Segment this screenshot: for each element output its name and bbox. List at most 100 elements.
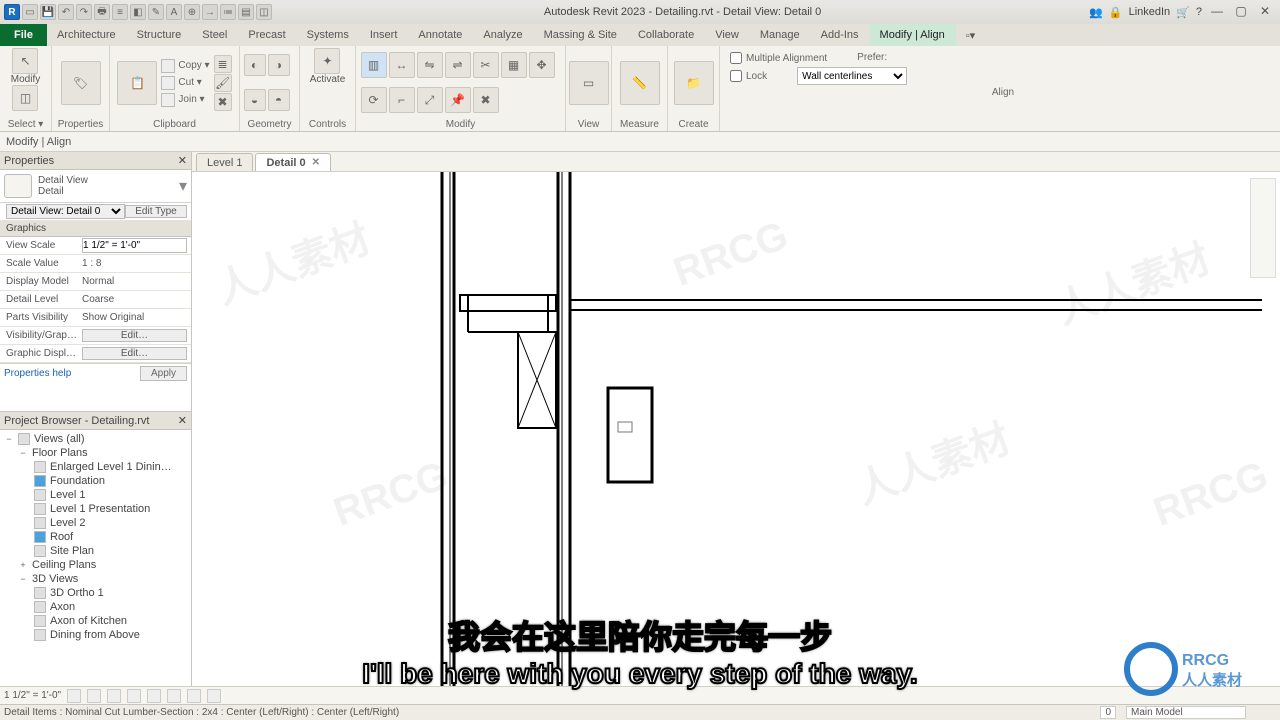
move-icon[interactable]: ✥ [529, 52, 555, 78]
view-tab-level1[interactable]: Level 1 [196, 153, 253, 171]
tab-annotate[interactable]: Annotate [408, 24, 473, 46]
qat-save-icon[interactable]: 💾 [40, 4, 56, 20]
tree-floor-plans[interactable]: −Floor Plans [4, 446, 191, 460]
view-tab-close-icon[interactable]: ✕ [312, 157, 320, 168]
create-icon[interactable]: 📁 [674, 61, 714, 105]
vcb-icon-8[interactable] [207, 689, 221, 703]
project-browser-close-icon[interactable]: ✕ [178, 414, 187, 427]
view-tab-detail0[interactable]: Detail 0✕ [255, 153, 331, 171]
multiple-alignment-checkbox[interactable]: Multiple Alignment [730, 52, 827, 64]
tree-fp-4[interactable]: Level 2 [4, 516, 191, 530]
qat-icon-7[interactable]: ◧ [130, 4, 146, 20]
qat-undo-icon[interactable]: ↶ [58, 4, 74, 20]
edit-type-button[interactable]: Edit Type [125, 205, 187, 218]
tab-modify-align[interactable]: Modify | Align [870, 24, 956, 46]
tree-root[interactable]: −Views (all) [4, 432, 191, 446]
match-type-icon[interactable]: ≣ [214, 55, 232, 73]
properties-help-link[interactable]: Properties help [4, 368, 71, 379]
mirror-draw-icon[interactable]: ⇌ [445, 52, 471, 78]
user-icon[interactable]: 👥 [1089, 6, 1103, 19]
properties-button-icon[interactable]: 🏷 [61, 61, 101, 105]
tree-3d-2[interactable]: Axon of Kitchen [4, 614, 191, 628]
design-option-field[interactable]: Main Model [1126, 706, 1246, 719]
split-icon[interactable]: ✂ [473, 52, 499, 78]
type-dropdown-icon[interactable]: ▾ [179, 176, 187, 196]
qat-open-icon[interactable]: ▭ [22, 4, 38, 20]
vcb-icon-7[interactable] [187, 689, 201, 703]
qat-redo-icon[interactable]: ↷ [76, 4, 92, 20]
cut-button[interactable]: Cut ▾ [159, 75, 211, 91]
lock-checkbox[interactable]: Lock [730, 70, 767, 82]
demolish-icon[interactable]: ✖ [214, 93, 232, 111]
tree-fp-3[interactable]: Level 1 Presentation [4, 502, 191, 516]
tab-view[interactable]: View [705, 24, 750, 46]
qat-measure-icon[interactable]: ≡ [112, 4, 128, 20]
tab-structure[interactable]: Structure [127, 24, 193, 46]
view-icon[interactable]: ▭ [569, 61, 609, 105]
tab-systems[interactable]: Systems [297, 24, 360, 46]
tree-fp-5[interactable]: Roof [4, 530, 191, 544]
measure-icon[interactable]: 📏 [620, 61, 660, 105]
navigation-bar[interactable] [1250, 178, 1276, 278]
tab-analyze[interactable]: Analyze [473, 24, 533, 46]
modify-tool-icon[interactable]: ↖ [12, 48, 38, 74]
project-tree[interactable]: −Views (all) −Floor Plans Enlarged Level… [0, 430, 191, 644]
tab-insert[interactable]: Insert [360, 24, 409, 46]
tab-manage[interactable]: Manage [750, 24, 811, 46]
cart-icon[interactable]: 🛒 [1176, 6, 1190, 19]
tree-ceiling-plans[interactable]: +Ceiling Plans [4, 558, 191, 572]
array-icon[interactable]: ▦ [501, 52, 527, 78]
select-presets-icon[interactable]: ◫ [12, 85, 38, 111]
qat-icon-14[interactable]: ◫ [256, 4, 272, 20]
signin-icon[interactable]: 🔒 [1109, 6, 1123, 19]
pin-icon[interactable]: 📌 [445, 87, 471, 113]
qat-icon-10[interactable]: ⊕ [184, 4, 200, 20]
paste-button-icon[interactable]: 📋 [117, 61, 157, 105]
apply-button[interactable]: Apply [140, 366, 187, 381]
qat-icon-13[interactable]: ▤ [238, 4, 254, 20]
delete-icon[interactable]: ✖ [473, 87, 499, 113]
vcb-icon-5[interactable] [147, 689, 161, 703]
tree-fp-0[interactable]: Enlarged Level 1 Dinin… [4, 460, 191, 474]
tab-addins[interactable]: Add-Ins [811, 24, 870, 46]
paint-icon[interactable]: 🖌 [214, 74, 232, 92]
tab-massing-site[interactable]: Massing & Site [534, 24, 628, 46]
view-scale-input[interactable] [82, 238, 187, 253]
account-name[interactable]: LinkedIn [1129, 6, 1171, 18]
tree-3d-3[interactable]: Dining from Above [4, 628, 191, 642]
type-selector[interactable]: Detail View Detail ▾ [0, 170, 191, 203]
vcb-icon-1[interactable] [67, 689, 81, 703]
geometry-icon-1[interactable]: ◐ [244, 54, 266, 76]
rotate-icon[interactable]: ⟳ [361, 87, 387, 113]
scale-icon[interactable]: ⤢ [417, 87, 443, 113]
tree-fp-1[interactable]: Foundation [4, 474, 191, 488]
instance-select[interactable]: Detail View: Detail 0 [6, 204, 125, 219]
tab-file[interactable]: File [0, 24, 47, 46]
vcb-icon-6[interactable] [167, 689, 181, 703]
tab-collaborate[interactable]: Collaborate [628, 24, 705, 46]
minimize-button[interactable]: — [1208, 4, 1226, 20]
tree-3d-1[interactable]: Axon [4, 600, 191, 614]
tree-3d-0[interactable]: 3D Ortho 1 [4, 586, 191, 600]
graph-disp-edit-button[interactable]: Edit… [82, 347, 187, 360]
activate-icon[interactable]: ✦ [314, 48, 340, 74]
vis-graph-edit-button[interactable]: Edit… [82, 329, 187, 342]
geometry-icon-4[interactable]: ◓ [268, 89, 290, 111]
tab-architecture[interactable]: Architecture [47, 24, 127, 46]
graphics-section-header[interactable]: Graphics [0, 221, 191, 237]
maximize-button[interactable]: ▢ [1232, 4, 1250, 20]
tab-steel[interactable]: Steel [192, 24, 238, 46]
tree-fp-2[interactable]: Level 1 [4, 488, 191, 502]
view-scale-readout[interactable]: 1 1/2" = 1'-0" [4, 690, 61, 701]
tree-fp-6[interactable]: Site Plan [4, 544, 191, 558]
vcb-icon-3[interactable] [107, 689, 121, 703]
copy-button[interactable]: Copy ▾ [159, 58, 211, 74]
prefer-select[interactable]: Wall centerlines [797, 67, 907, 85]
qat-icon-8[interactable]: ✎ [148, 4, 164, 20]
geometry-icon-3[interactable]: ◒ [244, 89, 266, 111]
tab-overflow-icon[interactable]: ▫▾ [956, 24, 986, 46]
mirror-axis-icon[interactable]: ⇋ [417, 52, 443, 78]
vcb-icon-4[interactable] [127, 689, 141, 703]
offset-icon[interactable]: ↔ [389, 52, 415, 78]
qat-icon-9[interactable]: A [166, 4, 182, 20]
